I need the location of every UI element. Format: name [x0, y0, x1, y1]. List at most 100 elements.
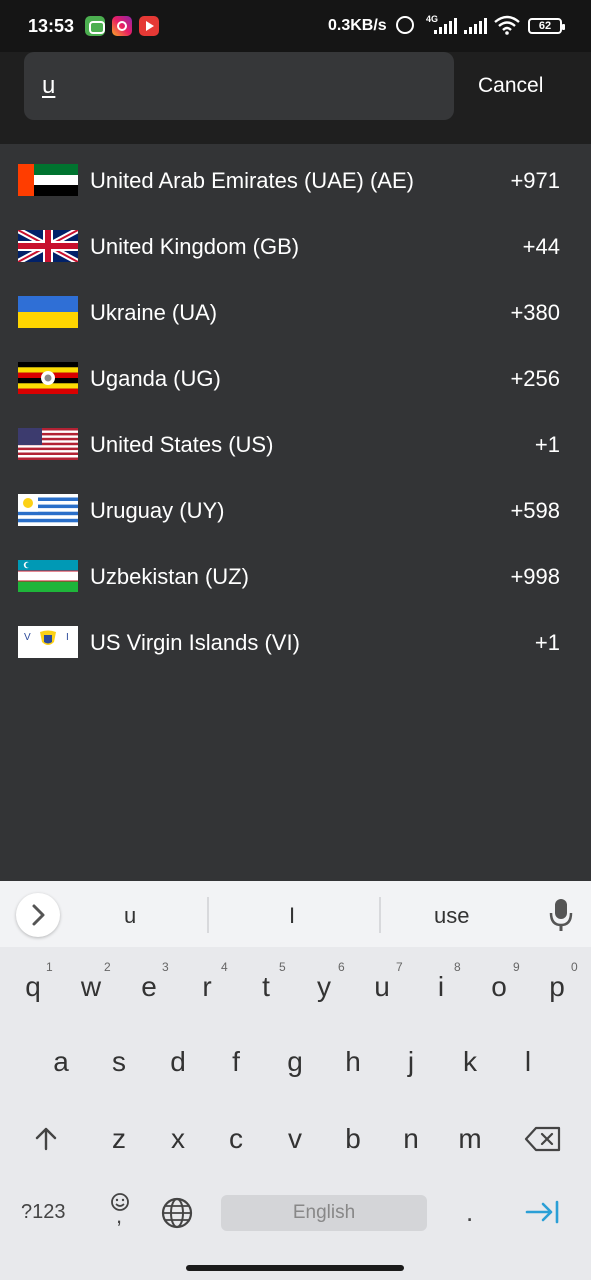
status-time: 13:53 — [28, 16, 75, 36]
home-indicator[interactable] — [186, 1265, 404, 1271]
list-item[interactable]: Uzbekistan (UZ) +998 — [0, 543, 591, 609]
key-y[interactable]: y — [304, 971, 344, 1003]
country-name: Ukraine (UA) — [90, 300, 218, 325]
key-c[interactable]: c — [216, 1123, 256, 1155]
country-name: United States (US) — [90, 432, 274, 457]
key-hint: 0 — [571, 960, 578, 974]
country-name: United Kingdom (GB) — [90, 234, 300, 259]
list-item[interactable]: Uganda (UG) +256 — [0, 345, 591, 411]
gb-flag-icon — [18, 230, 78, 262]
globe-icon[interactable] — [160, 1196, 194, 1230]
key-s[interactable]: s — [99, 1046, 139, 1078]
country-name: US Virgin Islands (VI) — [90, 630, 300, 655]
suggestion-item[interactable]: u — [124, 903, 136, 929]
svg-text:V: V — [24, 632, 31, 643]
key-hint: 9 — [513, 960, 520, 974]
key-n[interactable]: n — [391, 1123, 431, 1155]
country-code: +598 — [510, 498, 560, 523]
list-item[interactable]: United Arab Emirates (UAE) (AE) +971 — [0, 147, 591, 213]
key-q[interactable]: q — [13, 971, 53, 1003]
microphone-icon[interactable] — [548, 897, 574, 933]
list-item[interactable]: Ukraine (UA) +380 — [0, 279, 591, 345]
status-bar: 13:53 0.3KB/s 4G 62 — [0, 0, 591, 52]
key-hint: 6 — [338, 960, 345, 974]
key-hint: 4 — [221, 960, 228, 974]
search-header: u Cancel — [0, 52, 591, 144]
country-code: +1 — [534, 630, 560, 655]
shift-icon[interactable] — [32, 1125, 60, 1153]
list-item[interactable]: United Kingdom (GB) +44 — [0, 213, 591, 279]
uy-flag-icon — [18, 494, 78, 526]
key-v[interactable]: v — [275, 1123, 315, 1155]
key-o[interactable]: o — [479, 971, 519, 1003]
country-name: United Arab Emirates (UAE) (AE) — [90, 168, 414, 193]
key-e[interactable]: e — [129, 971, 169, 1003]
backspace-icon[interactable] — [524, 1125, 562, 1153]
expand-toolbar-button[interactable] — [16, 893, 60, 937]
divider — [379, 897, 381, 933]
key-j[interactable]: j — [391, 1046, 431, 1078]
key-hint: 3 — [162, 960, 169, 974]
youtube-icon — [139, 16, 159, 36]
country-code: +256 — [510, 366, 560, 391]
list-item[interactable]: Uruguay (UY) +598 — [0, 477, 591, 543]
wifi-icon — [494, 15, 520, 35]
signal-icon — [428, 18, 457, 34]
key-m[interactable]: m — [450, 1123, 490, 1155]
network-speed: 0.3KB/s — [328, 17, 387, 34]
us-flag-icon — [18, 428, 78, 460]
country-code: +44 — [522, 234, 560, 259]
key-a[interactable]: a — [41, 1046, 81, 1078]
key-r[interactable]: r — [187, 971, 227, 1003]
key-g[interactable]: g — [275, 1046, 315, 1078]
country-code: +998 — [510, 564, 560, 589]
suggestion-bar: u I use — [0, 881, 591, 947]
key-t[interactable]: t — [246, 971, 286, 1003]
battery-icon: 62 — [528, 18, 565, 34]
suggestion-item[interactable]: I — [289, 903, 295, 929]
key-hint: 7 — [396, 960, 403, 974]
key-f[interactable]: f — [216, 1046, 256, 1078]
space-key[interactable]: English — [221, 1195, 427, 1231]
key-i[interactable]: i — [421, 971, 461, 1003]
next-field-icon[interactable] — [525, 1199, 561, 1225]
comma-key[interactable]: , — [116, 1203, 122, 1229]
key-p[interactable]: p — [537, 971, 577, 1003]
key-l[interactable]: l — [508, 1046, 548, 1078]
key-w[interactable]: w — [71, 971, 111, 1003]
vi-flag-icon: V I — [18, 626, 78, 658]
key-hint: 2 — [104, 960, 111, 974]
list-item[interactable]: United States (US) +1 — [0, 411, 591, 477]
key-k[interactable]: k — [450, 1046, 490, 1078]
cancel-button[interactable]: Cancel — [478, 74, 543, 98]
search-query: u — [42, 72, 56, 99]
search-input[interactable]: u — [24, 52, 454, 120]
key-z[interactable]: z — [99, 1123, 139, 1155]
symbols-key[interactable]: ?123 — [21, 1201, 66, 1224]
key-u[interactable]: u — [362, 971, 402, 1003]
chevron-right-icon — [32, 904, 45, 926]
country-code: +380 — [510, 300, 560, 325]
uz-flag-icon — [18, 560, 78, 592]
country-name: Uruguay (UY) — [90, 498, 225, 523]
key-b[interactable]: b — [333, 1123, 373, 1155]
period-key[interactable]: . — [466, 1197, 473, 1228]
divider — [207, 897, 209, 933]
key-hint: 5 — [279, 960, 286, 974]
country-name: Uzbekistan (UZ) — [90, 564, 249, 589]
suggestion-item[interactable]: use — [434, 903, 469, 929]
country-code: +1 — [534, 432, 560, 457]
keyboard: u I use q 1 w 2 e 3 r 4 t 5 y 6 u 7 i 8 … — [0, 881, 591, 1280]
country-code: +971 — [510, 168, 560, 193]
ua-flag-icon — [18, 296, 78, 328]
svg-text:I: I — [66, 632, 69, 643]
key-x[interactable]: x — [158, 1123, 198, 1155]
key-hint: 1 — [46, 960, 53, 974]
ug-flag-icon — [18, 362, 78, 394]
key-h[interactable]: h — [333, 1046, 373, 1078]
signal-icon — [462, 18, 490, 34]
list-item[interactable]: V I US Virgin Islands (VI) +1 — [0, 609, 591, 675]
key-d[interactable]: d — [158, 1046, 198, 1078]
alarm-icon — [396, 16, 414, 34]
message-app-icon — [85, 16, 105, 36]
